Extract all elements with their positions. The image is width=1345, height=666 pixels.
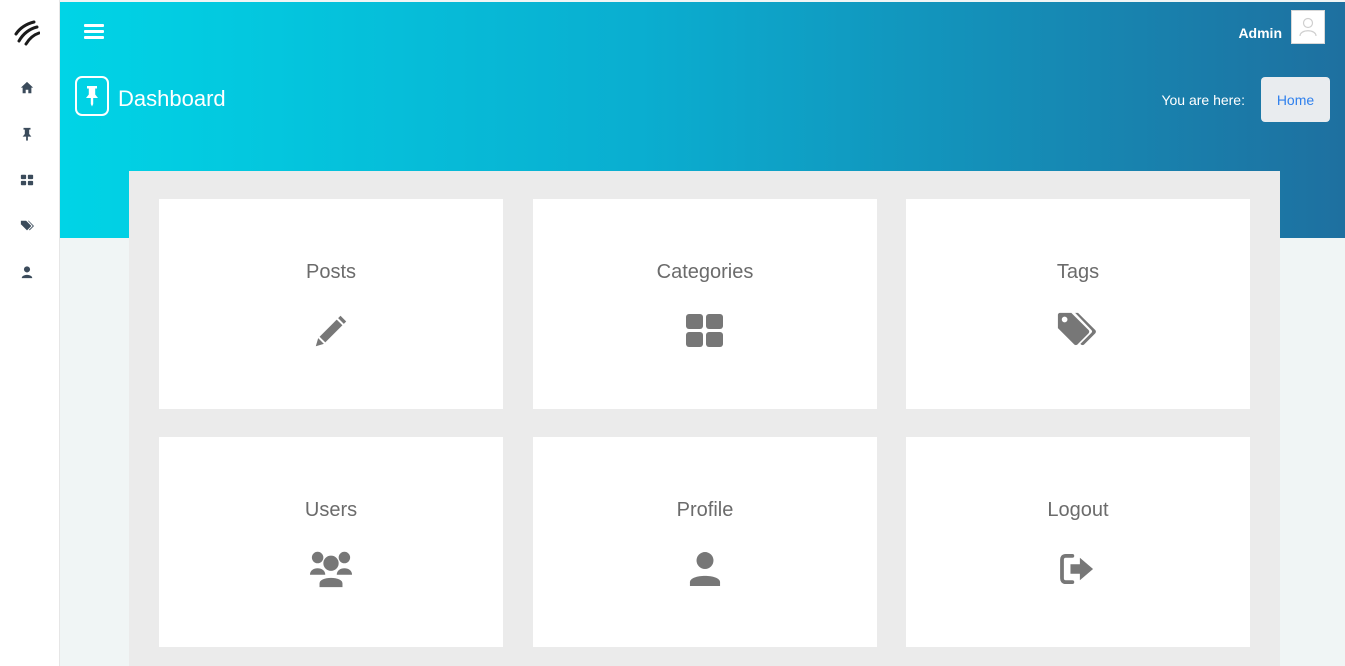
brand-logo-icon[interactable] [14,20,41,46]
pin-icon [22,127,32,141]
logout-icon [1056,549,1100,589]
users-icon [309,549,353,589]
user-icon [21,266,33,279]
card-tags[interactable]: Tags [906,199,1250,409]
card-users[interactable]: Users [159,437,503,647]
breadcrumb-label: You are here: [1161,92,1245,108]
card-logout[interactable]: Logout [906,437,1250,647]
page-title: Dashboard [118,86,226,111]
card-categories[interactable]: Categories [533,199,877,409]
tags-icon [20,220,34,231]
card-profile[interactable]: Profile [533,437,877,647]
avatar[interactable] [1291,10,1325,44]
sidebar-item-home[interactable] [16,77,38,99]
sidebar-item-tags[interactable] [16,215,38,237]
card-title: Users [304,499,358,521]
card-title: Posts [305,261,357,283]
card-title: Profile [676,499,734,521]
user-outline-icon [1299,17,1317,37]
home-icon [20,81,34,94]
pencil-icon [309,311,353,351]
user-icon [683,549,727,589]
tags-icon [1056,311,1100,351]
card-title: Logout [1047,499,1109,521]
breadcrumb-home-link[interactable]: Home [1261,77,1330,122]
hamburger-menu-icon[interactable] [84,24,104,40]
grid-icon [683,311,727,351]
card-title: Categories [656,261,754,283]
card-posts[interactable]: Posts [159,199,503,409]
sidebar [0,0,60,666]
grid-icon [20,174,34,186]
user-name[interactable]: Admin [1238,25,1282,41]
sidebar-item-categories[interactable] [16,169,38,191]
page-pin-icon [75,76,109,116]
sidebar-item-posts[interactable] [16,123,38,145]
dashboard-panel: Posts Categories Tags Users Profile Logo… [129,171,1280,666]
card-title: Tags [1056,261,1100,283]
sidebar-item-users[interactable] [16,261,38,283]
